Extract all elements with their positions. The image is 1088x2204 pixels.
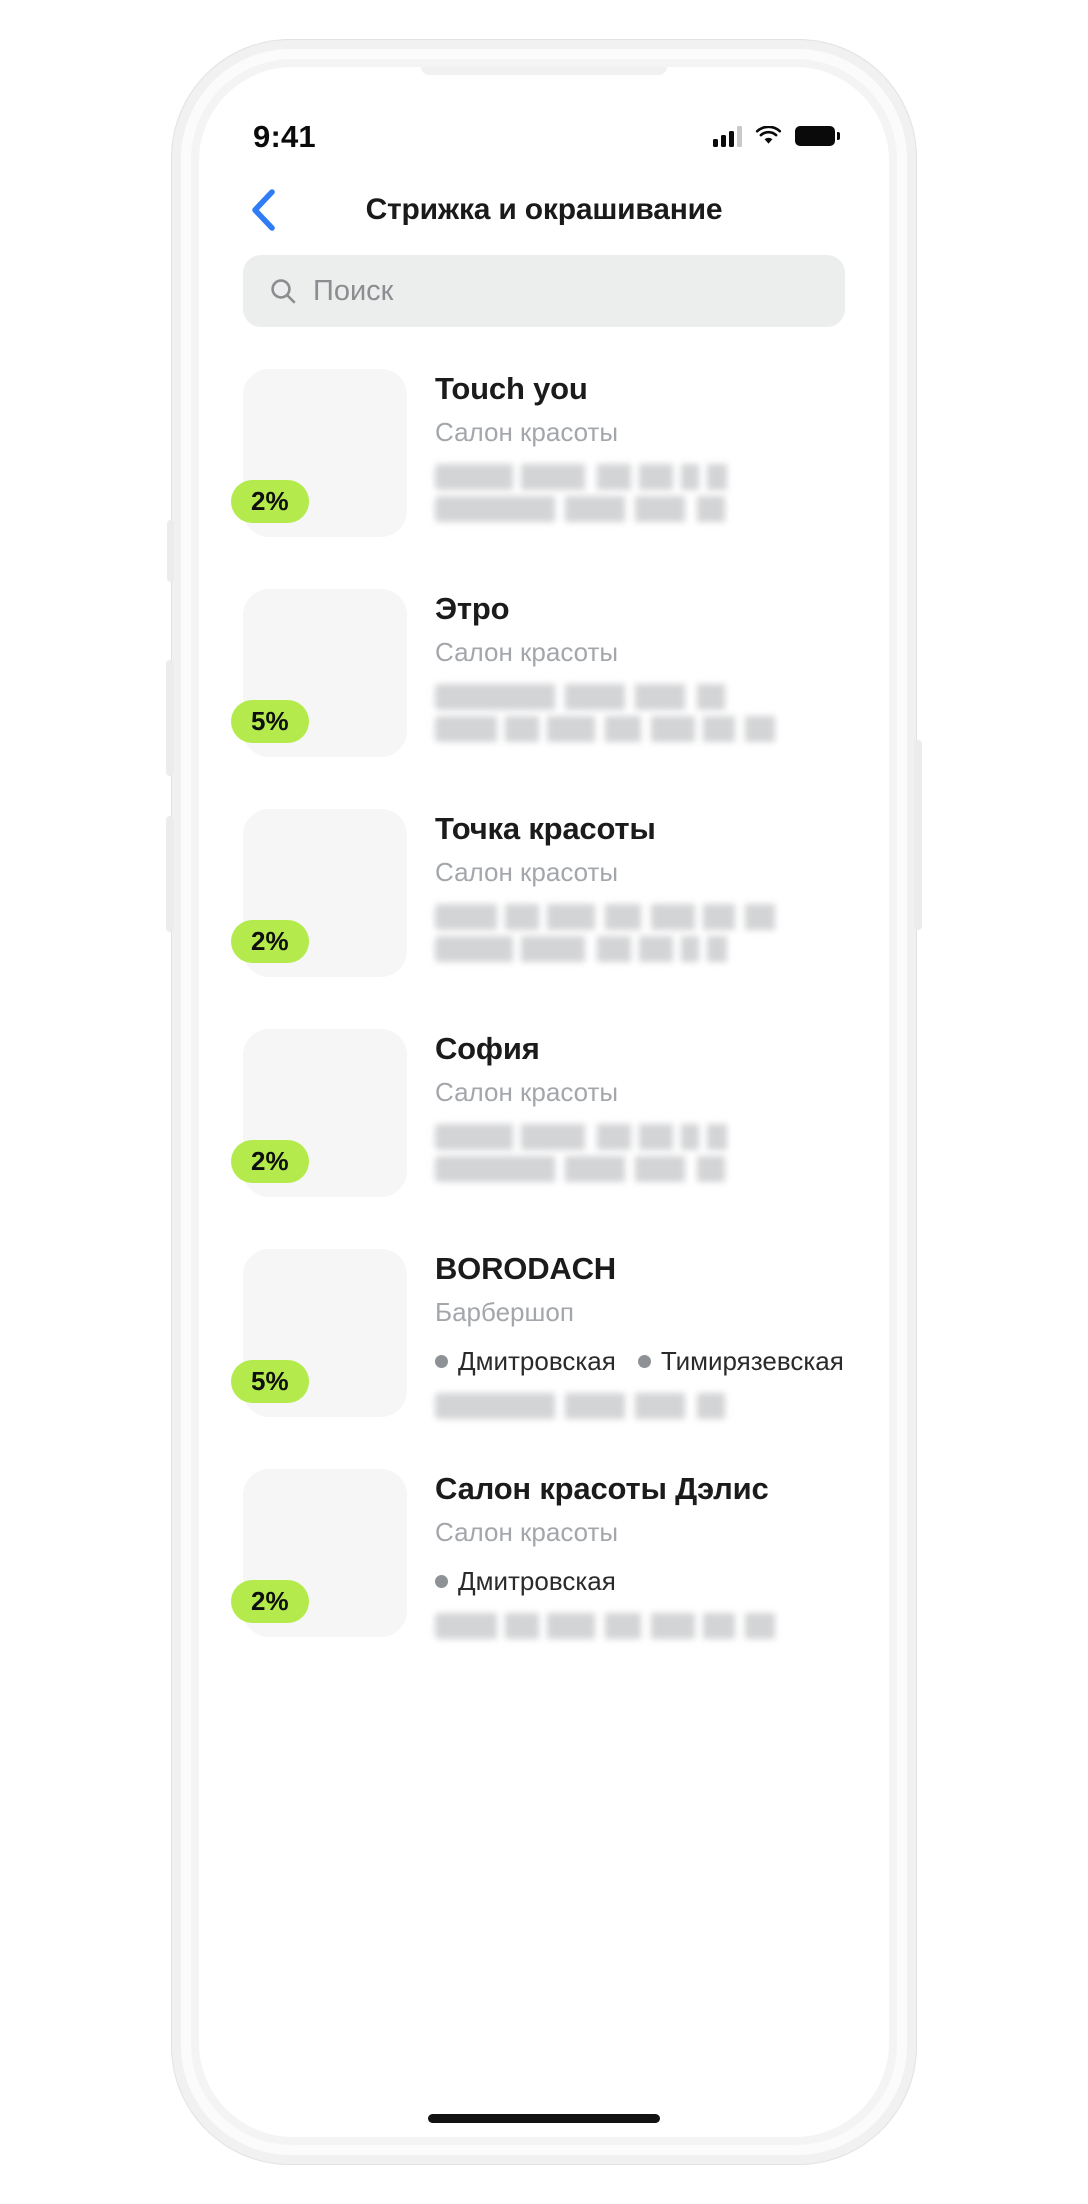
metro-station-list: Дмитровская: [435, 1566, 845, 1597]
discount-badge: 2%: [231, 919, 309, 963]
salon-name: София: [435, 1031, 540, 1066]
cellular-signal-icon: [713, 125, 742, 147]
redacted-line: [435, 1612, 785, 1639]
phone-frame: 9:41 Стрижка и окрашивание Поиск 2% Touc…: [166, 40, 922, 2164]
salon-info: Этро Салон красоты: [435, 589, 845, 769]
salon-info: Точка красоты Салон красоты: [435, 809, 845, 989]
phone-screen: 9:41 Стрижка и окрашивание Поиск 2% Touc…: [199, 67, 889, 2137]
volume-up-button[interactable]: [166, 660, 174, 776]
list-item[interactable]: 2% Touch you Салон красоты: [231, 339, 845, 559]
list-item[interactable]: 2% Салон красоты Дэлис Салон красоты Дмитро…: [231, 1439, 845, 1659]
navigation-bar: Стрижка и окрашивание: [199, 171, 889, 249]
salon-category: Салон красоты: [435, 1516, 619, 1547]
salon-info: Touch you Салон красоты: [435, 369, 845, 549]
discount-badge: 5%: [231, 1359, 309, 1403]
redacted-line: [435, 935, 737, 962]
salon-thumbnail: 2%: [231, 809, 407, 977]
salon-category: Салон красоты: [435, 856, 619, 887]
discount-badge: 2%: [231, 479, 309, 523]
salon-thumbnail: 5%: [231, 1249, 407, 1417]
redacted-line: [435, 903, 785, 930]
metro-station: Тимирязевская: [637, 1345, 844, 1377]
salon-category: Салон красоты: [435, 636, 619, 667]
home-indicator: [428, 2114, 660, 2123]
volume-down-button[interactable]: [166, 816, 174, 932]
redacted-line: [435, 1392, 735, 1419]
salon-category: Барбершоп: [435, 1296, 574, 1327]
redacted-line: [435, 495, 735, 522]
search-input[interactable]: Поиск: [243, 255, 845, 327]
status-bar: 9:41: [199, 67, 889, 171]
search-icon: [271, 279, 296, 304]
redacted-address: [435, 1392, 845, 1419]
page-title: Стрижка и окрашивание: [365, 193, 723, 226]
discount-badge: 2%: [231, 1139, 309, 1183]
redacted-address: [435, 463, 845, 522]
salon-category: Салон красоты: [435, 416, 619, 447]
salon-thumbnail: 2%: [231, 1029, 407, 1197]
salon-name: BORODACH: [435, 1251, 616, 1286]
discount-badge: 2%: [231, 1579, 309, 1623]
redacted-address: [435, 903, 845, 962]
wifi-icon: [755, 125, 782, 146]
list-item[interactable]: 5% Этро Салон красоты: [231, 559, 845, 779]
list-item[interactable]: 5% BORODACH Барбершоп Дмитровская Тимирязевс…: [231, 1219, 845, 1439]
metro-station-label: Дмитровская: [458, 1345, 616, 1376]
salon-thumbnail: 2%: [231, 1469, 407, 1637]
redacted-line: [435, 1155, 735, 1182]
salon-info: BORODACH Барбершоп Дмитровская Тимирязевска…: [435, 1249, 845, 1429]
status-icons: [713, 125, 840, 147]
redacted-address: [435, 1612, 845, 1639]
redacted-line: [435, 683, 735, 710]
metro-station-list: Дмитровская Тимирязевская: [435, 1346, 845, 1377]
back-button[interactable]: [235, 182, 291, 238]
salon-list[interactable]: 2% Touch you Салон красоты 5% Этро Салон крас…: [199, 339, 889, 2137]
redacted-address: [435, 1123, 845, 1182]
salon-name: Салон красоты Дэлис: [435, 1471, 769, 1506]
status-time: 9:41: [253, 118, 316, 154]
metro-station: Дмитровская: [435, 1566, 616, 1597]
list-item[interactable]: 2% Точка красоты Салон красоты: [231, 779, 845, 999]
battery-full-icon: [795, 126, 840, 146]
chevron-left-icon: [252, 189, 275, 231]
salon-category: Салон красоты: [435, 1076, 619, 1107]
salon-info: Салон красоты Дэлис Салон красоты Дмитровс…: [435, 1469, 845, 1649]
redacted-line: [435, 1123, 737, 1150]
list-item[interactable]: 2% София Салон красоты: [231, 999, 845, 1219]
search-bar-container: Поиск: [199, 255, 889, 327]
redacted-address: [435, 683, 845, 742]
metro-dot-icon: [637, 1354, 651, 1368]
salon-info: София Салон красоты: [435, 1029, 845, 1209]
metro-dot-icon: [435, 1354, 448, 1368]
salon-thumbnail: 2%: [231, 369, 407, 537]
salon-name: Этро: [435, 591, 510, 626]
salon-name: Точка красоты: [435, 811, 656, 846]
power-button[interactable]: [914, 740, 922, 930]
metro-station-label: Дмитровская: [458, 1565, 616, 1596]
metro-dot-icon: [435, 1574, 448, 1588]
discount-badge: 5%: [231, 699, 309, 743]
redacted-line: [435, 463, 737, 490]
salon-thumbnail: 5%: [231, 589, 407, 757]
salon-name: Touch you: [435, 371, 588, 406]
screenshot-stage: 9:41 Стрижка и окрашивание Поиск 2% Touc…: [0, 0, 1088, 2204]
silent-switch[interactable]: [167, 520, 174, 582]
redacted-line: [435, 715, 785, 742]
metro-station-label: Тимирязевская: [660, 1345, 844, 1376]
search-placeholder: Поиск: [313, 274, 394, 307]
metro-station: Дмитровская: [435, 1346, 616, 1377]
